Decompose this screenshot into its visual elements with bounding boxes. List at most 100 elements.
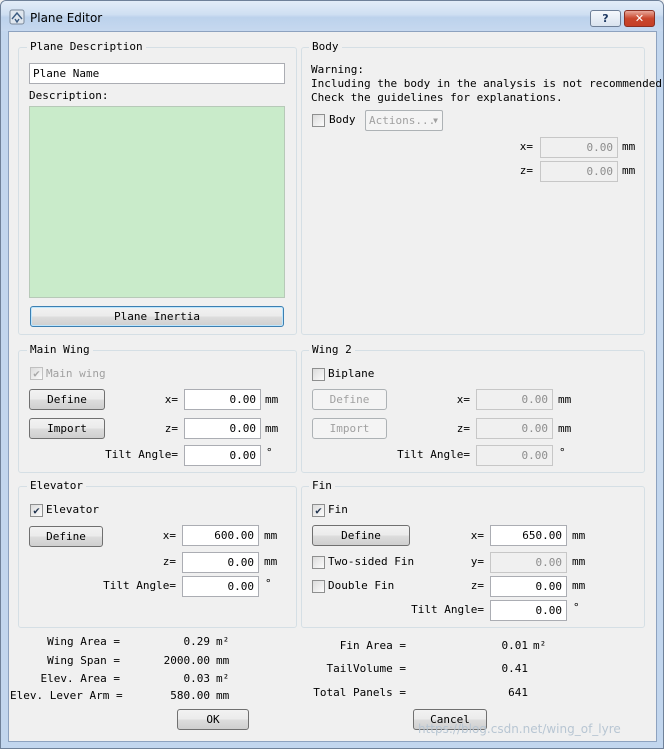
biplane-checkbox[interactable]: [312, 368, 325, 381]
fin-area-label: Fin Area =: [339, 639, 406, 652]
fin-checkbox[interactable]: ✔: [312, 504, 325, 517]
plane-inertia-button[interactable]: Plane Inertia: [30, 306, 284, 327]
body-group-title: Body: [309, 40, 342, 53]
plane-description-title: Plane Description: [27, 40, 146, 53]
checkmark-icon: ✔: [33, 504, 40, 517]
description-textarea[interactable]: [29, 106, 285, 298]
fin-tilt-unit: °: [573, 601, 580, 614]
wing-span-label: Wing Span =: [47, 654, 120, 667]
fin-y-input[interactable]: 0.00: [490, 552, 567, 573]
body-actions-label: Actions...: [369, 114, 436, 127]
elevator-tilt-unit: °: [265, 577, 272, 590]
wing-area-value: 0.29: [183, 635, 211, 648]
wing2-tilt-input[interactable]: 0.00: [476, 445, 553, 466]
main-wing-title: Main Wing: [27, 343, 93, 356]
tail-volume-value: 0.41: [501, 662, 529, 675]
fin-title: Fin: [309, 479, 335, 492]
double-fin-label: Double Fin: [328, 579, 395, 592]
fin-tilt-input[interactable]: 0.00: [490, 600, 567, 621]
wing2-z-label: z=: [456, 422, 470, 435]
ok-button[interactable]: OK: [177, 709, 249, 730]
elevator-z-input[interactable]: 0.00: [182, 552, 259, 573]
body-z-input[interactable]: 0.00: [540, 161, 618, 182]
wing2-tilt-unit: °: [559, 446, 566, 459]
wing-area-unit: m²: [216, 635, 230, 648]
fin-area-unit: m²: [533, 639, 547, 652]
fin-z-input[interactable]: 0.00: [490, 576, 567, 597]
elevator-tilt-label: Tilt Angle=: [103, 579, 176, 592]
wing2-title: Wing 2: [309, 343, 355, 356]
wing2-x-unit: mm: [558, 393, 572, 406]
elevator-tilt-input[interactable]: 0.00: [182, 576, 259, 597]
fin-x-input[interactable]: 650.00: [490, 525, 567, 546]
main-wing-x-unit: mm: [265, 393, 279, 406]
main-wing-tilt-input[interactable]: 0.00: [184, 445, 261, 466]
fin-z-label: z=: [470, 579, 484, 592]
body-warning-heading: Warning:: [311, 63, 364, 76]
fin-define-button[interactable]: Define: [312, 525, 410, 546]
main-wing-x-input[interactable]: 0.00: [184, 389, 261, 410]
fin-tilt-label: Tilt Angle=: [411, 603, 484, 616]
fin-area-value: 0.01: [501, 639, 529, 652]
fin-x-label: x=: [470, 529, 484, 542]
elevator-title: Elevator: [27, 479, 86, 492]
wing-area-label: Wing Area =: [47, 635, 120, 648]
elevator-checkbox-label: Elevator: [46, 503, 99, 516]
plane-name-input[interactable]: Plane Name: [29, 63, 285, 84]
main-wing-tilt-unit: °: [266, 446, 273, 459]
elevator-z-label: z=: [162, 555, 176, 568]
window-title: Plane Editor: [30, 11, 103, 25]
body-checkbox-label: Body: [329, 113, 356, 126]
elev-area-label: Elev. Area =: [40, 672, 120, 685]
main-wing-z-unit: mm: [265, 422, 279, 435]
body-actions-dropdown[interactable]: Actions... ▼: [365, 110, 443, 131]
elevator-z-unit: mm: [264, 555, 278, 568]
main-wing-define-button[interactable]: Define: [29, 389, 105, 410]
wing2-import-button[interactable]: Import: [312, 418, 387, 439]
body-x-label: x=: [519, 140, 533, 153]
fin-y-unit: mm: [572, 555, 586, 568]
elev-area-unit: m²: [216, 672, 230, 685]
wing2-tilt-label: Tilt Angle=: [397, 448, 470, 461]
tail-volume-label: TailVolume =: [326, 662, 406, 675]
wing-span-value: 2000.00: [163, 654, 210, 667]
help-button[interactable]: ?: [590, 10, 621, 27]
fin-z-unit: mm: [572, 579, 586, 592]
watermark-text: https://blog.csdn.net/wing_of_lyre: [418, 722, 621, 736]
elevator-define-button[interactable]: Define: [29, 526, 103, 547]
fin-x-unit: mm: [572, 529, 586, 542]
two-sided-fin-checkbox[interactable]: [312, 556, 325, 569]
description-label: Description:: [29, 89, 109, 102]
total-panels-value: 641: [508, 686, 528, 699]
wing2-x-input[interactable]: 0.00: [476, 389, 553, 410]
checkmark-icon: ✔: [33, 367, 40, 380]
elevator-x-input[interactable]: 600.00: [182, 525, 259, 546]
body-z-unit: mm: [622, 164, 636, 177]
elev-area-value: 0.03: [183, 672, 211, 685]
elev-lever-arm-value: 580.00: [170, 689, 210, 702]
main-wing-z-label: z=: [164, 422, 178, 435]
main-wing-z-input[interactable]: 0.00: [184, 418, 261, 439]
elevator-x-label: x=: [162, 529, 176, 542]
body-x-input[interactable]: 0.00: [540, 137, 618, 158]
elevator-checkbox[interactable]: ✔: [30, 504, 43, 517]
body-guidelines-text: Check the guidelines for explanations.: [311, 91, 563, 104]
checkmark-icon: ✔: [315, 504, 322, 517]
body-checkbox[interactable]: [312, 114, 325, 127]
wing2-x-label: x=: [456, 393, 470, 406]
wing2-define-button[interactable]: Define: [312, 389, 387, 410]
double-fin-checkbox[interactable]: [312, 580, 325, 593]
main-wing-import-button[interactable]: Import: [29, 418, 105, 439]
body-warning-text: Including the body in the analysis is no…: [311, 77, 664, 90]
wing2-z-input[interactable]: 0.00: [476, 418, 553, 439]
body-x-unit: mm: [622, 140, 636, 153]
main-wing-checkbox[interactable]: ✔: [30, 367, 43, 380]
wing2-z-unit: mm: [558, 422, 572, 435]
total-panels-label: Total Panels =: [313, 686, 406, 699]
plane-app-icon: [9, 9, 25, 25]
main-wing-x-label: x=: [164, 393, 178, 406]
main-wing-checkbox-label: Main wing: [46, 367, 106, 380]
two-sided-fin-label: Two-sided Fin: [328, 555, 415, 568]
fin-y-label: y=: [470, 555, 484, 568]
close-button[interactable]: ✕: [624, 10, 655, 27]
